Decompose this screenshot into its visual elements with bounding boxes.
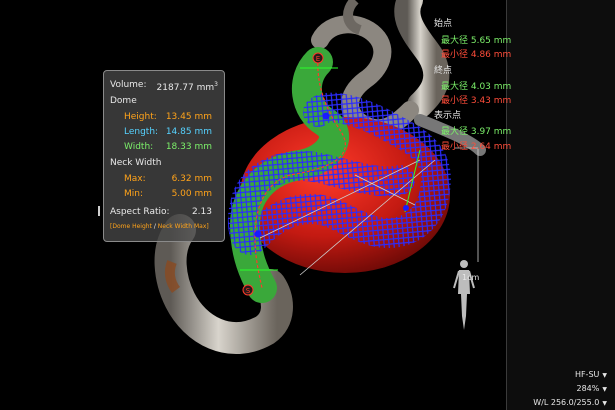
volume-row: Volume: 2187.77 mm3 xyxy=(104,79,224,93)
height-label: Height: xyxy=(124,112,157,122)
window-level-selector[interactable]: W/L 256.0/255.0 ▼ xyxy=(533,398,607,407)
aspect-ratio-row: Aspect Ratio: 2.13 xyxy=(104,206,224,218)
scale-figure-icon xyxy=(453,260,475,330)
aspect-ratio-label: Aspect Ratio: xyxy=(110,207,170,217)
zoom-selector[interactable]: 284% ▼ xyxy=(577,384,608,393)
dome-heading: Dome xyxy=(110,96,137,106)
measurement-panel: Volume: 2187.77 mm3 Dome Height: 13.45 m… xyxy=(103,70,225,242)
aspect-ratio-formula: [Dome Height / Neck Width Max] xyxy=(110,223,209,230)
start-marker[interactable]: S xyxy=(242,284,254,296)
display-point-title: 表示点 xyxy=(434,111,462,121)
display-max-diameter: 最大径 3.97 mm xyxy=(441,127,512,137)
start-max-diameter: 最大径 5.65 mm xyxy=(441,36,512,46)
height-value: 13.45 mm xyxy=(165,112,212,122)
neck-min-value: 5.00 mm xyxy=(171,189,212,199)
3d-render-viewport[interactable]: E S Volume: 2187.77 mm3 Dome Height: 13.… xyxy=(0,0,615,410)
formula-denominator: Neck Width Max xyxy=(157,223,207,230)
neck-min-label: Min: xyxy=(124,189,144,199)
neck-max-value: 6.32 mm xyxy=(171,174,212,184)
end-max-diameter: 最大径 4.03 mm xyxy=(441,82,512,92)
side-panel xyxy=(506,0,615,410)
chevron-down-icon: ▼ xyxy=(602,386,607,393)
volume-unit-sup: 3 xyxy=(214,81,218,88)
start-point-title: 始点 xyxy=(434,19,453,29)
neck-max-label: Max: xyxy=(124,174,146,184)
length-row: Length: 14.85 mm xyxy=(104,126,224,138)
length-label: Length: xyxy=(124,127,159,137)
height-row: Height: 13.45 mm xyxy=(104,111,224,123)
volume-label: Volume: xyxy=(110,80,147,90)
chevron-down-icon: ▼ xyxy=(602,372,607,379)
start-marker-label: S xyxy=(246,287,251,295)
neck-width-heading: Neck Width xyxy=(110,158,162,168)
aspect-ratio-value: 2.13 xyxy=(191,207,212,217)
chevron-down-icon: ▼ xyxy=(602,400,607,407)
neck-min-row: Min: 5.00 mm xyxy=(104,188,224,200)
scale-label: 1cm xyxy=(462,273,480,282)
end-min-diameter: 最小径 3.43 mm xyxy=(441,96,512,106)
end-marker[interactable]: E xyxy=(312,52,324,64)
preset-selector[interactable]: HF-SU ▼ xyxy=(575,370,607,379)
measure-anchor-tick xyxy=(98,206,100,216)
formula-numerator: Dome Height xyxy=(112,223,152,230)
display-min-diameter: 最小径 2.64 mm xyxy=(441,142,512,152)
volume-value: 2187.77 mm xyxy=(156,83,215,93)
width-label: Width: xyxy=(124,142,154,152)
width-value: 18.33 mm xyxy=(165,142,212,152)
neck-max-row: Max: 6.32 mm xyxy=(104,173,224,185)
length-value: 14.85 mm xyxy=(165,127,212,137)
end-marker-label: E xyxy=(316,55,320,63)
end-point-title: 終点 xyxy=(434,66,453,76)
width-row: Width: 18.33 mm xyxy=(104,141,224,153)
start-min-diameter: 最小径 4.86 mm xyxy=(441,50,512,60)
